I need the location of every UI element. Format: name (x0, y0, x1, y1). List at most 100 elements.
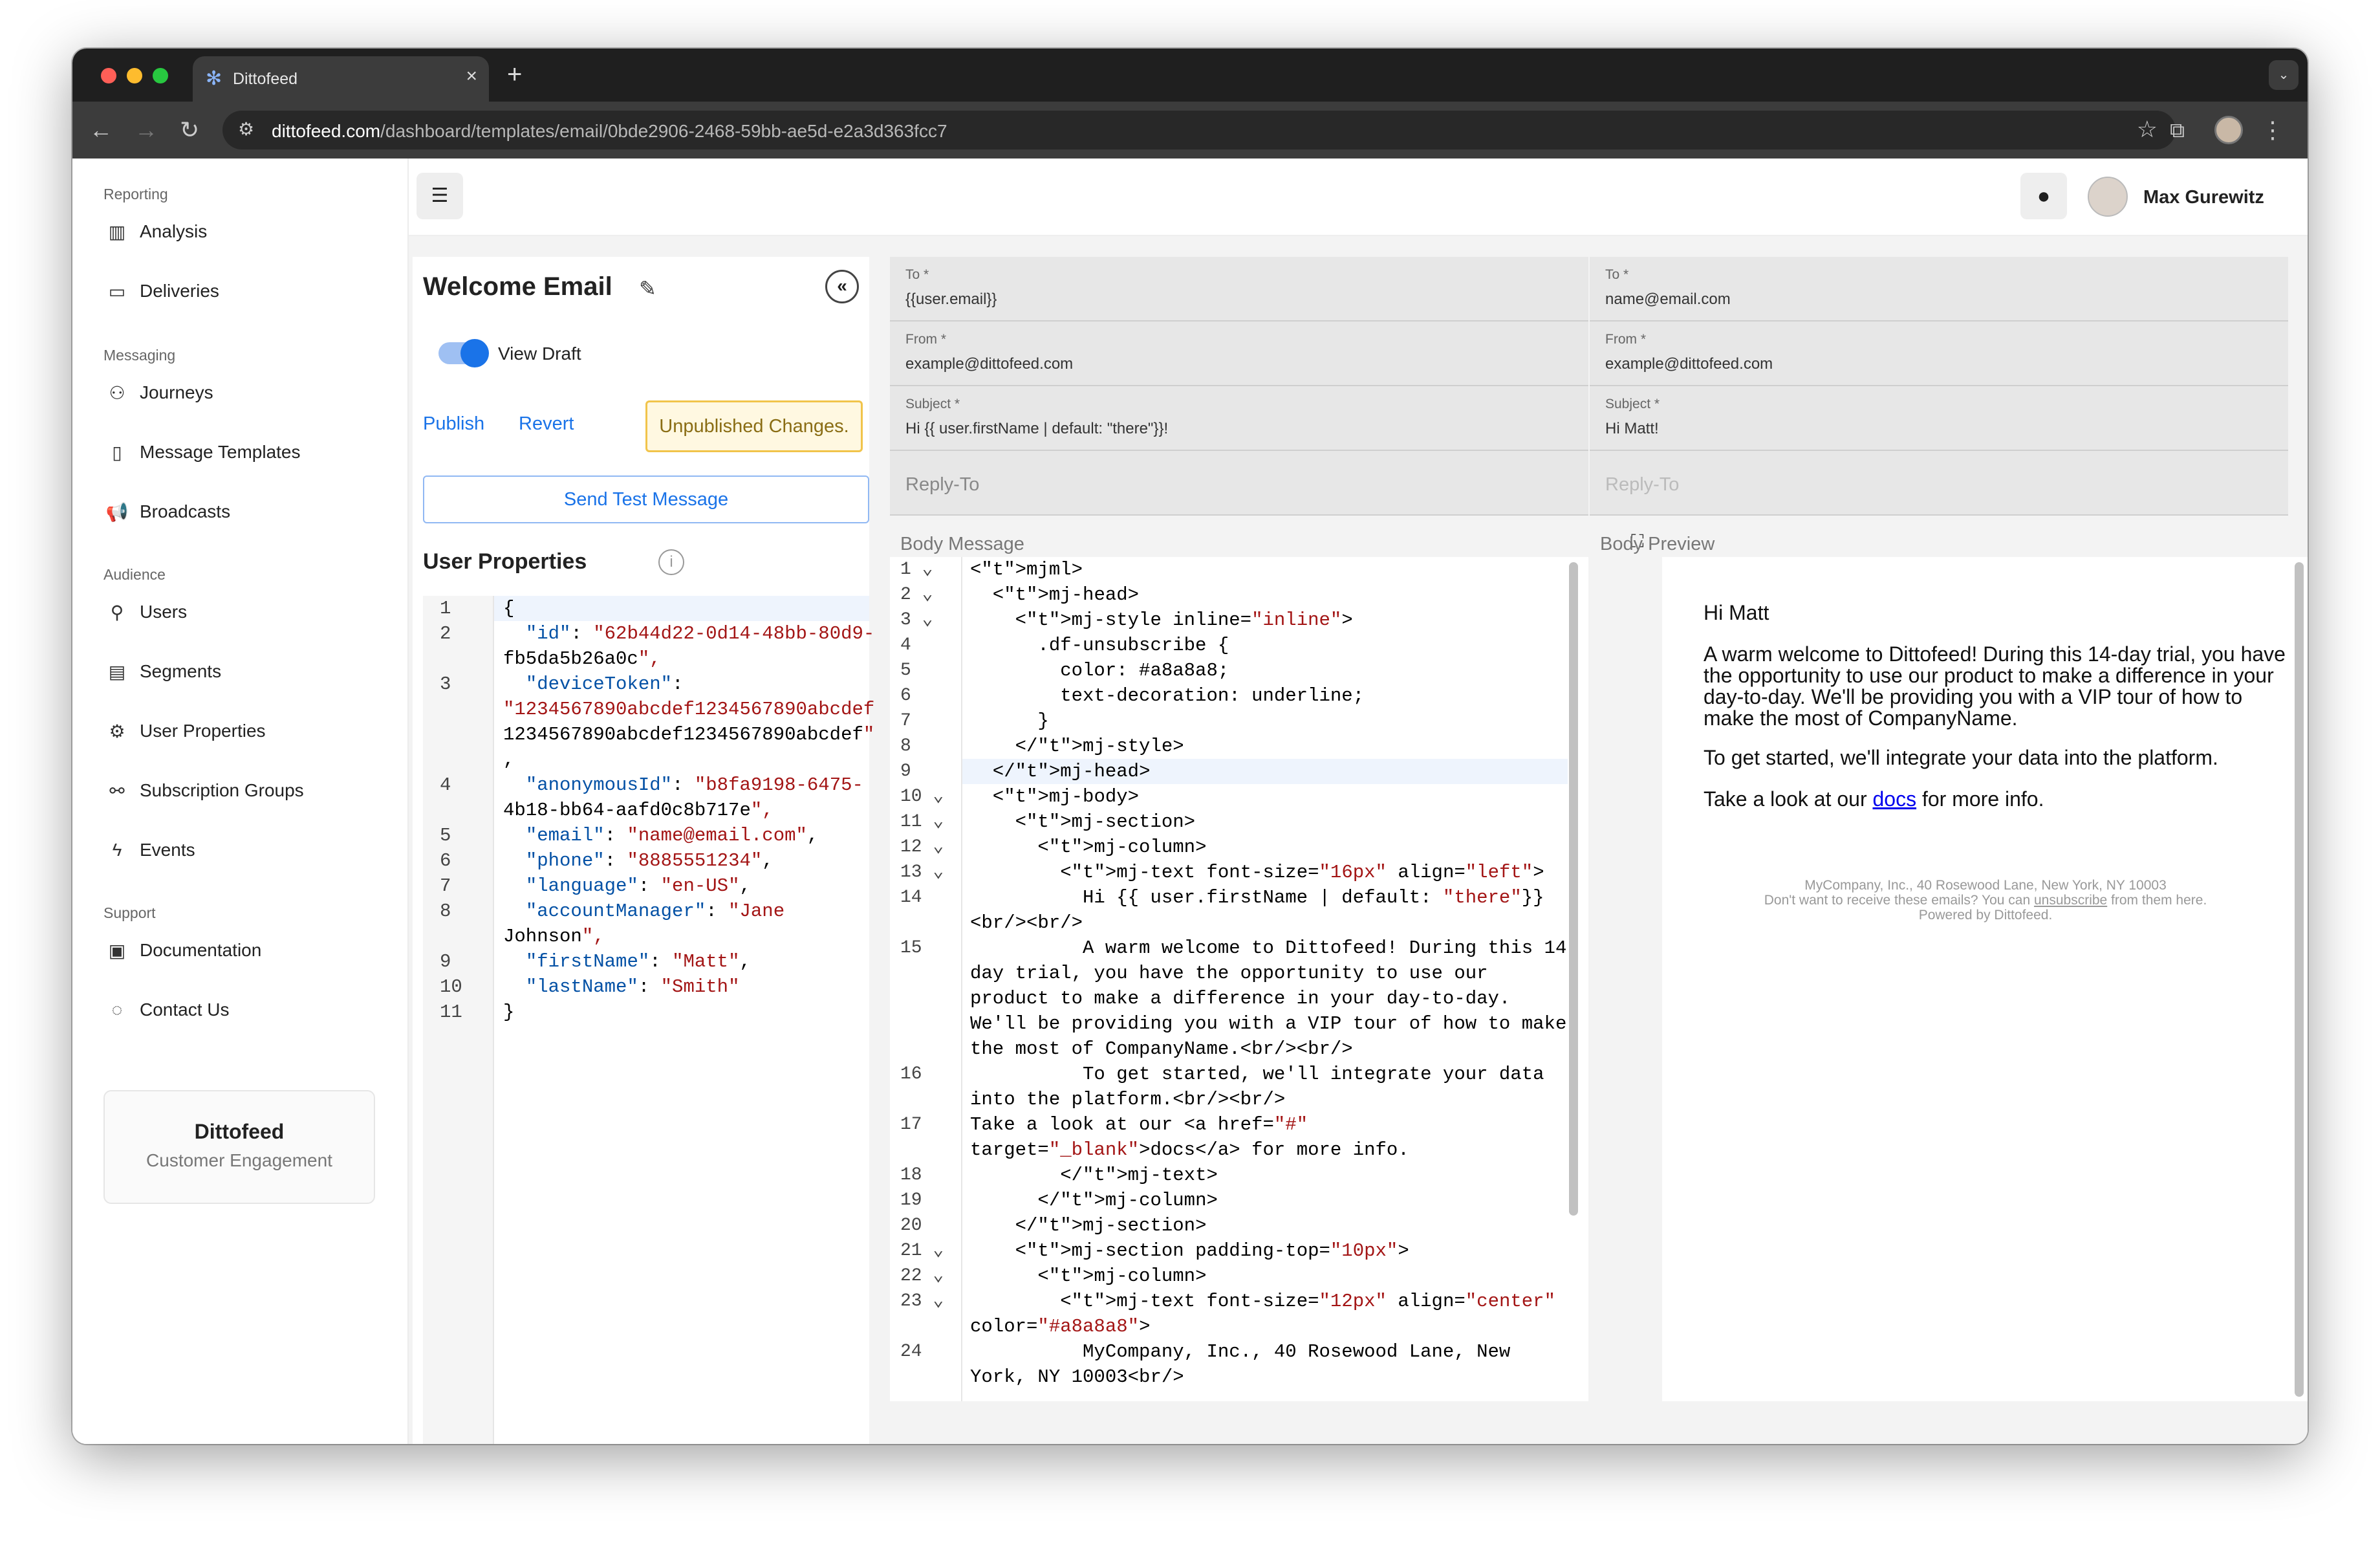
site-settings-icon[interactable]: ⚙ (238, 118, 254, 140)
preview-subject-value: Hi Matt! (1605, 420, 1659, 437)
unsubscribe-link[interactable]: unsubscribe (2034, 893, 2107, 908)
code-line: color: #a8a8a8; (970, 660, 1229, 681)
sidebar-item-broadcasts[interactable]: 📢 Broadcasts (102, 492, 231, 531)
publish-button[interactable]: Publish (423, 413, 484, 435)
preview-paragraph-1: A warm welcome to Dittofeed! During this… (1704, 642, 2286, 730)
bookmark-star-icon[interactable]: ☆ (2137, 116, 2158, 143)
line-number: 20 (900, 1216, 922, 1236)
sidebar-item-documentation[interactable]: ▣ Documentation (102, 931, 262, 970)
brand-card: Dittofeed Customer Engagement (103, 1090, 375, 1204)
minimize-window-button[interactable] (127, 68, 142, 83)
code-line: day trial, you have the opportunity to u… (970, 963, 1488, 984)
from-field[interactable]: From * example@dittofeed.com (890, 322, 1588, 386)
reload-icon[interactable]: ↻ (180, 115, 199, 146)
maximize-window-button[interactable] (153, 68, 168, 83)
sidebar-item-user-properties[interactable]: ⚙ User Properties (102, 712, 265, 750)
reply-to-field[interactable]: Reply-To (890, 451, 1588, 516)
to-field[interactable]: To * {{user.email}} (890, 257, 1588, 322)
preview-scrollbar[interactable] (2295, 562, 2304, 1397)
code-line: <"t">mj-section> (970, 811, 1196, 833)
revert-button[interactable]: Revert (519, 413, 574, 435)
line-number (440, 747, 462, 772)
code-line: fb5da5b26a0c", (503, 648, 661, 670)
user-avatar[interactable] (2088, 177, 2128, 217)
code-line: 4b18-bb64-aafd0c8b717e", (503, 800, 774, 821)
subject-field[interactable]: Subject * Hi {{ user.firstName | default:… (890, 386, 1588, 451)
close-tab-icon[interactable]: × (466, 65, 477, 87)
line-number (440, 924, 462, 949)
line-number (900, 1011, 944, 1036)
line-number: 17 (900, 1115, 922, 1135)
back-icon[interactable]: ← (89, 115, 113, 146)
menu-toggle-button[interactable]: ☰ (416, 173, 463, 219)
template-settings-panel: Welcome Email ✎ « View Draft Publish Rev… (413, 257, 874, 1444)
close-window-button[interactable] (101, 68, 116, 83)
profile-avatar[interactable] (2214, 116, 2243, 144)
collapse-panel-icon[interactable]: « (825, 270, 859, 303)
sidebar-item-journeys[interactable]: ⚇ Journeys (102, 373, 213, 412)
code-line: York, NY 10003<br/> (970, 1366, 1184, 1388)
sidebar-item-events[interactable]: ϟ Events (102, 831, 195, 869)
code-line: the most of CompanyName.<br/><br/> (970, 1038, 1353, 1060)
sidebar-item-users[interactable]: ⚲ Users (102, 593, 187, 631)
preview-greeting: Hi Matt (1704, 601, 1769, 624)
new-tab-icon[interactable]: + (507, 60, 522, 89)
code-line: <br/><br/> (970, 912, 1083, 934)
journey-icon: ⚇ (109, 382, 125, 403)
sidebar-item-label: Analysis (140, 221, 208, 241)
send-test-message-button[interactable]: Send Test Message (423, 475, 869, 523)
chat-icon: ◌ (111, 1000, 123, 1020)
code-line: target="_blank">docs</a> for more info. (970, 1139, 1409, 1161)
extensions-icon[interactable]: ⧉ (2170, 115, 2185, 146)
tab-search-icon[interactable]: ⌄ (2269, 60, 2299, 90)
code-line: <"t">mj-body> (970, 786, 1140, 807)
preview-footer-unsubscribe: Don't want to receive these emails? You … (1662, 893, 2308, 908)
code-line: Johnson", (503, 926, 605, 947)
line-number (440, 798, 462, 823)
code-line: </"t">mj-style> (970, 736, 1184, 757)
sidebar-item-label: Message Templates (140, 442, 301, 462)
docs-link[interactable]: docs (1872, 787, 1916, 811)
line-number: 14 (900, 888, 922, 908)
user-properties-title: User Properties (423, 549, 587, 574)
forward-icon[interactable]: → (135, 115, 158, 146)
sidebar-item-segments[interactable]: ▤ Segments (102, 652, 221, 691)
code-line: </"t">mj-text> (970, 1164, 1218, 1186)
sidebar-item-contact-us[interactable]: ◌ Contact Us (102, 990, 230, 1029)
line-number: 19 (900, 1190, 922, 1210)
view-draft-toggle[interactable] (438, 339, 489, 367)
body-message-editor[interactable]: 1 ⌄ 2 ⌄ 3 ⌄ 4 5 6 7 8 9 10 ⌄ 11 ⌄ 12 ⌄ 13 ⌄ 14 15 16 17 1… (890, 557, 1588, 1401)
megaphone-icon: 📢 (105, 501, 129, 522)
address-bar[interactable]: ⚙ dittofeed.com/dashboard/templates/emai… (222, 111, 2176, 149)
sidebar-item-subscription-groups[interactable]: ⚯ Subscription Groups (102, 771, 303, 810)
line-number: 10 (440, 976, 462, 998)
line-number (440, 697, 462, 722)
line-number: 2 ⌄ (900, 585, 933, 605)
edit-title-icon[interactable]: ✎ (639, 276, 656, 301)
info-icon[interactable]: i (658, 549, 684, 575)
code-line: "id": "62b44d22-0d14-48bb-80d9- (525, 623, 875, 644)
code-line: <"t">mj-text font-size="12px" align="cen… (970, 1291, 1555, 1312)
preview-footer-text: Don't want to receive these emails? You … (1764, 893, 2034, 908)
github-button[interactable]: ● (2020, 173, 2067, 219)
sidebar-item-label: Segments (140, 661, 222, 681)
code-line: </"t">mj-section> (970, 1215, 1207, 1236)
code-lines: { "id": "62b44d22-0d14-48bb-80d9- fb5da5b… (503, 596, 874, 1025)
line-number (900, 1314, 944, 1339)
line-number: 24 (900, 1342, 922, 1362)
browser-menu-icon[interactable]: ⋮ (2261, 115, 2284, 146)
editor-scrollbar[interactable] (1569, 562, 1578, 1216)
url-text: dittofeed.com/dashboard/templates/email/… (272, 121, 947, 141)
preview-footer-powered: Powered by Dittofeed. (1918, 908, 2053, 923)
code-line: To get started, we'll integrate your dat… (970, 1064, 1544, 1085)
sidebar-item-analysis[interactable]: ▥ Analysis (102, 212, 208, 251)
sidebar-item-deliveries[interactable]: ▭ Deliveries (102, 272, 219, 311)
user-properties-editor[interactable]: 1 2 3 4 5 6 7 8 9 10 11 { "id": "62b44d22-0d14-48b… (423, 596, 874, 1444)
code-line: color="#a8a8a8"> (970, 1316, 1151, 1337)
sidebar-item-message-templates[interactable]: ▯ Message Templates (102, 433, 301, 472)
line-number: 3 (440, 673, 451, 695)
code-line: } (503, 1001, 515, 1023)
code-line: Take a look at our <a href="#" (970, 1114, 1308, 1135)
browser-tab[interactable]: ✻ Dittofeed × (193, 56, 489, 102)
body-preview-label: Body Preview (1600, 534, 1715, 554)
